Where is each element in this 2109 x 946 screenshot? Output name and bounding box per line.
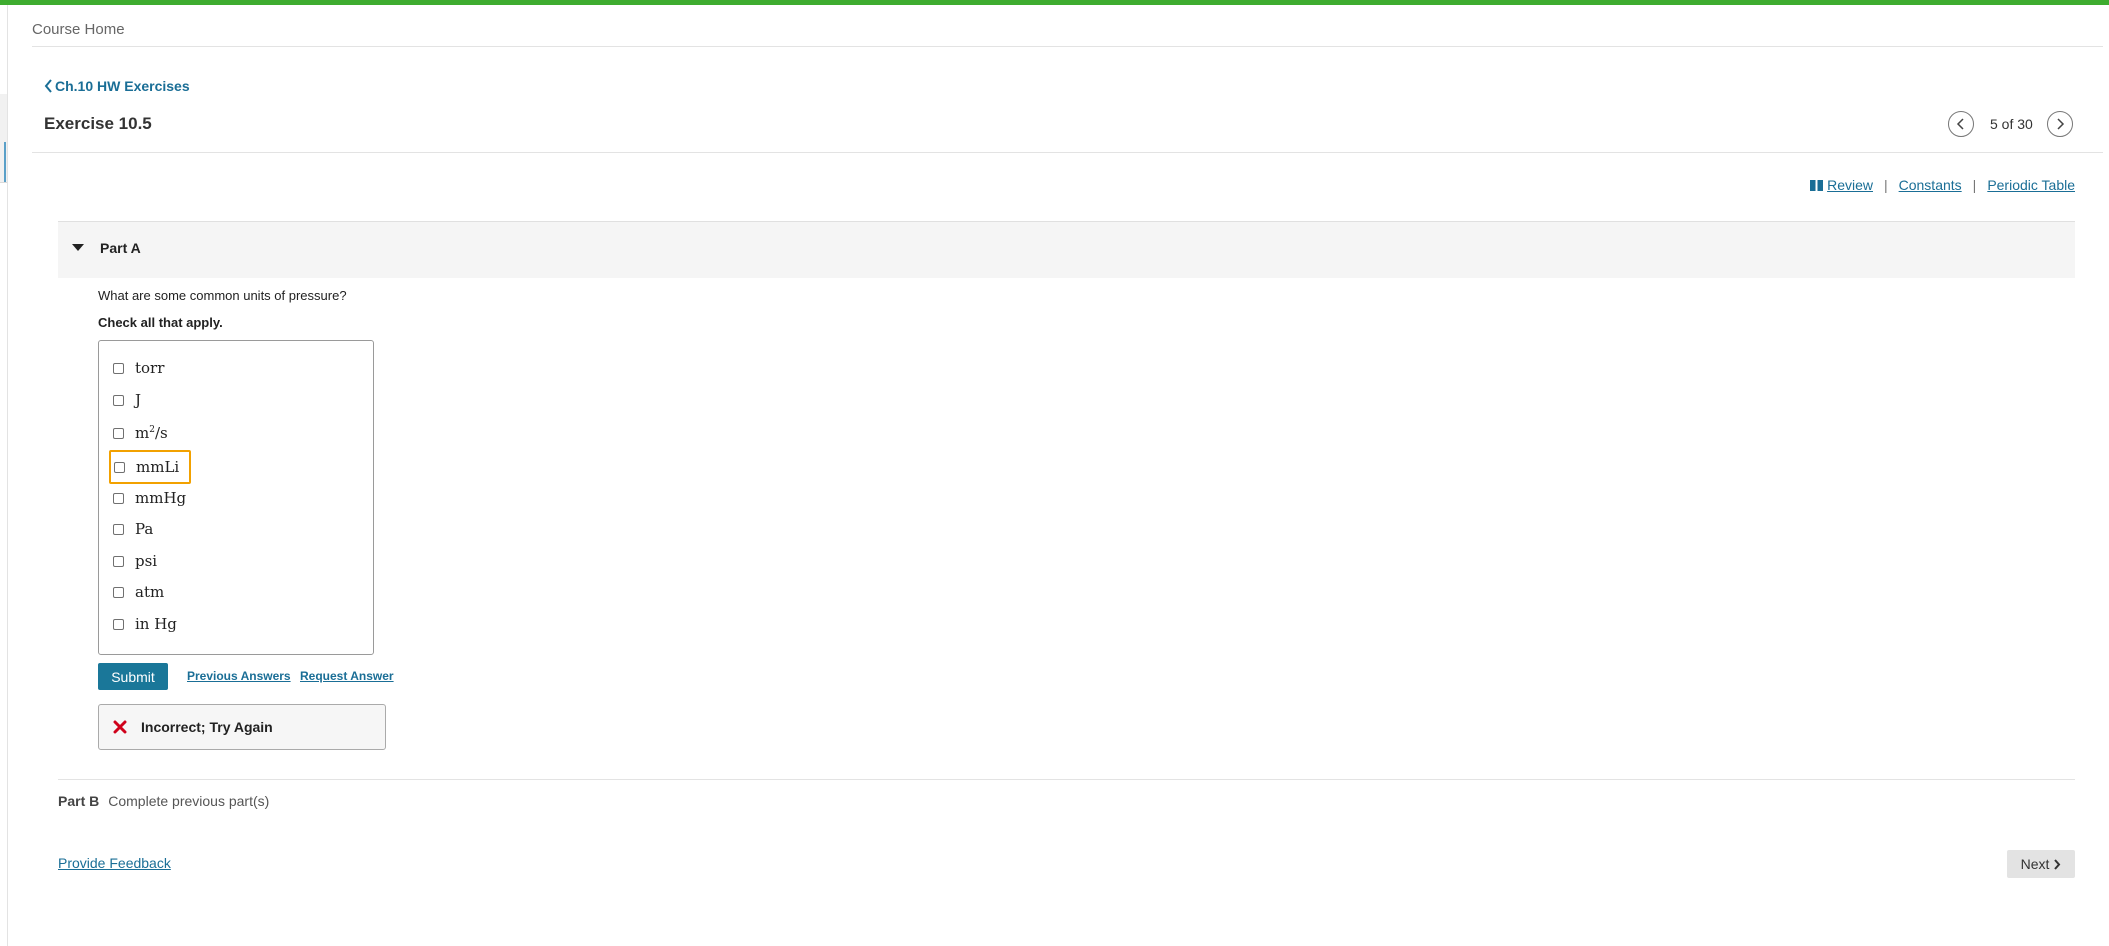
course-home-title: Course Home [32,21,125,38]
back-link-label: Ch.10 HW Exercises [55,78,190,94]
choice-label: m2/s [135,424,168,442]
choice-label: psi [135,552,158,570]
chevron-left-icon [44,79,52,93]
choice-label: mmLi [136,458,180,476]
choices-box: torr J m2/s mmLi mmHg Pa psi atm in Hg [98,340,374,655]
choice-label-base: m [135,424,150,442]
choice-label: mmHg [135,489,187,507]
checkbox[interactable] [113,618,124,630]
part-a-header[interactable]: Part A [58,221,2075,278]
feedback-box: Incorrect; Try Again [98,704,386,750]
choice-label: in Hg [135,615,177,633]
x-mark-icon [113,720,127,734]
part-b-label: Part B [58,793,100,809]
choice-label: J [135,391,142,409]
exercise-title: Exercise 10.5 [44,114,152,133]
checkbox[interactable] [114,461,125,473]
previous-answers-link[interactable]: Previous Answers [187,669,291,683]
request-answer-link[interactable]: Request Answer [300,669,394,683]
feedback-text: Incorrect; Try Again [141,719,273,735]
question-text: What are some common units of pressure? [98,288,347,303]
choice-m2-per-s[interactable]: m2/s [110,420,168,446]
part-b-row: Part B Complete previous part(s) [58,793,269,809]
back-to-assignment-link[interactable]: Ch.10 HW Exercises [44,78,190,94]
chevron-right-icon [2057,118,2064,130]
choice-mmli[interactable]: mmLi [109,450,192,484]
submit-button[interactable]: Submit [98,663,168,690]
choice-psi[interactable]: psi [110,548,157,574]
instruction-text: Check all that apply. [98,315,223,330]
choice-mmhg[interactable]: mmHg [110,485,186,511]
chevron-right-icon [2054,858,2061,870]
checkbox[interactable] [113,555,124,567]
next-label: Next [2020,856,2050,872]
review-label: Review [1827,177,1873,193]
checkbox[interactable] [113,427,124,439]
part-b-status: Complete previous part(s) [108,793,270,809]
item-pager: 5 of 30 [1948,111,2073,137]
resource-links: Review | Constants | Periodic Table [1810,177,2075,193]
divider [58,779,2075,780]
divider [32,152,2103,153]
choice-pa[interactable]: Pa [110,516,153,542]
choice-label-suffix: /s [154,424,168,442]
choice-label: atm [135,583,165,601]
constants-link[interactable]: Constants [1899,177,1962,193]
choice-torr[interactable]: torr [110,355,164,381]
chevron-left-icon [1956,118,1964,130]
divider [32,46,2103,47]
checkbox[interactable] [113,394,124,406]
review-link[interactable]: Review [1810,177,1873,193]
part-a-label: Part A [100,240,141,256]
checkbox[interactable] [113,492,124,504]
top-accent-bar [0,0,2109,5]
separator: | [1972,177,1977,193]
checkbox[interactable] [113,586,124,598]
choice-label: Pa [135,520,154,538]
previous-item-button[interactable] [1948,111,1974,137]
periodic-table-link[interactable]: Periodic Table [1987,177,2075,193]
choice-j[interactable]: J [110,387,141,413]
next-item-button[interactable] [2046,111,2073,137]
checkbox[interactable] [113,362,124,374]
choice-in-hg[interactable]: in Hg [110,611,177,637]
left-rail-active-tab[interactable] [0,142,6,182]
caret-down-icon[interactable] [72,244,84,251]
book-icon [1810,180,1824,191]
next-button[interactable]: Next [2007,850,2075,878]
left-rail [0,5,8,946]
pager-count: 5 of 30 [1990,116,2033,132]
checkbox[interactable] [113,523,124,535]
separator: | [1883,177,1888,193]
choice-label: torr [135,359,165,377]
provide-feedback-link[interactable]: Provide Feedback [58,855,171,871]
choice-atm[interactable]: atm [110,579,164,605]
